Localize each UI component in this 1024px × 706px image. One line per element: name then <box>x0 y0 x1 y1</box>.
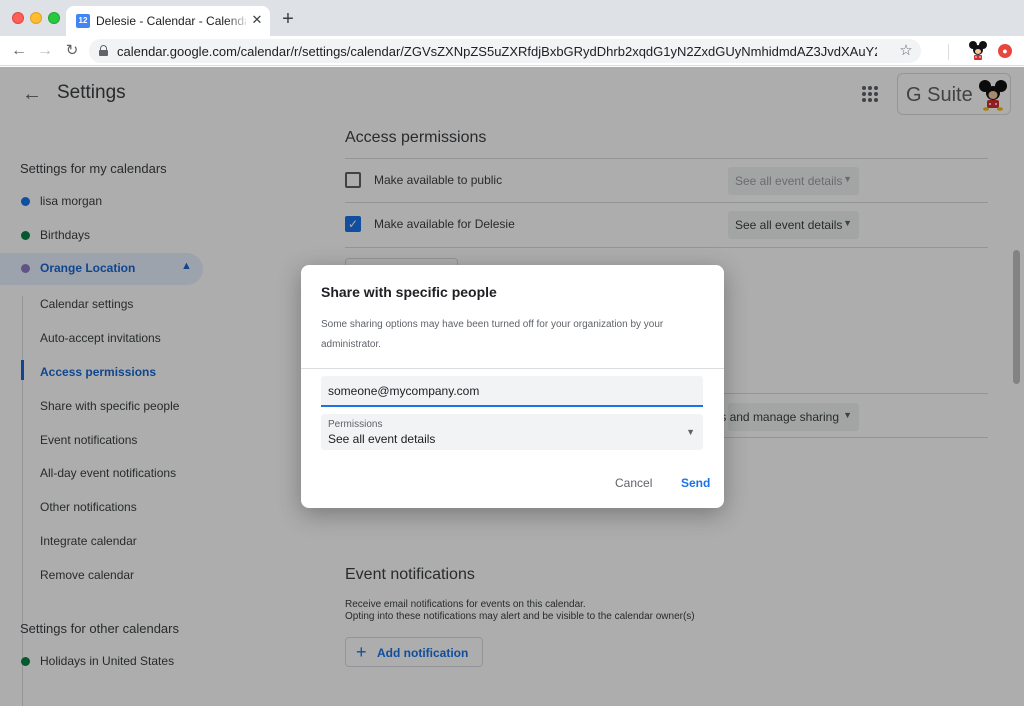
modal-backdrop-header[interactable] <box>0 67 1024 123</box>
dialog-title: Share with specific people <box>321 284 497 300</box>
share-dialog: Share with specific people Some sharing … <box>301 265 724 508</box>
permissions-value: See all event details <box>328 432 436 446</box>
new-tab-button[interactable]: + <box>279 9 297 29</box>
browser-back-icon[interactable]: ← <box>8 40 30 62</box>
browser-tab-bar: 12 Delesie - Calendar - Calendar se ✕ + <box>0 0 1024 36</box>
email-input[interactable] <box>321 376 703 405</box>
browser-tab[interactable]: 12 Delesie - Calendar - Calendar se ✕ <box>66 6 270 36</box>
extension-icon[interactable]: ● <box>998 44 1012 58</box>
caret-down-icon: ▼ <box>686 427 695 437</box>
bookmark-star-icon[interactable]: ☆ <box>897 42 915 60</box>
browser-forward-icon[interactable]: → <box>34 40 56 62</box>
permissions-label: Permissions <box>328 419 383 430</box>
tab-close-icon[interactable]: ✕ <box>250 13 264 27</box>
window-close-button[interactable] <box>12 12 24 24</box>
send-button[interactable]: Send <box>681 476 710 490</box>
permissions-select[interactable]: Permissions See all event details ▼ <box>321 414 703 450</box>
url-text[interactable]: calendar.google.com/calendar/r/settings/… <box>117 44 877 59</box>
calendar-favicon-icon: 12 <box>76 14 90 28</box>
window-zoom-button[interactable] <box>48 12 60 24</box>
dialog-divider <box>301 368 724 369</box>
browser-reload-icon[interactable]: ↻ <box>61 40 83 62</box>
window-minimize-button[interactable] <box>30 12 42 24</box>
email-field[interactable] <box>321 376 703 407</box>
tab-title: Delesie - Calendar - Calendar se <box>96 14 246 28</box>
mickey-extension-icon[interactable] <box>968 40 988 62</box>
toolbar-separator <box>948 44 949 60</box>
lock-icon[interactable] <box>99 45 108 56</box>
cancel-button[interactable]: Cancel <box>615 476 652 490</box>
dialog-description: Some sharing options may have been turne… <box>321 319 664 350</box>
browser-toolbar: ← → ↻ calendar.google.com/calendar/r/set… <box>0 36 1024 66</box>
tab-title-fade <box>226 10 250 32</box>
address-bar[interactable]: calendar.google.com/calendar/r/settings/… <box>89 39 921 63</box>
